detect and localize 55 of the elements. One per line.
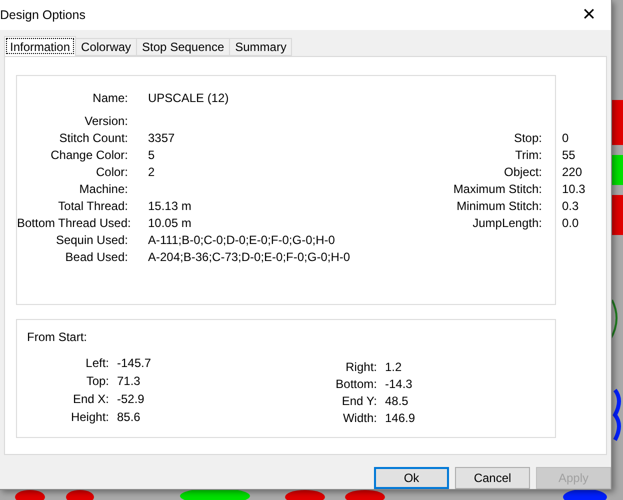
field-value: 220 — [562, 164, 582, 181]
field-value: 85.6 — [117, 409, 140, 426]
field-value: 10.05 m — [148, 215, 192, 232]
field-label: Sequin Used: — [54, 232, 128, 249]
field-label: Version: — [84, 113, 128, 130]
field-label: Color: — [94, 164, 128, 181]
dialog-button[interactable]: Ok — [374, 467, 449, 489]
field-value: 10.3 — [562, 181, 586, 198]
field-value: 0 — [562, 130, 569, 147]
field-value: 1.2 — [385, 359, 402, 376]
field-label: Left: — [84, 355, 109, 372]
field-value: -52.9 — [117, 391, 144, 408]
field-label: Height: — [70, 409, 109, 426]
field-label: Bottom: — [334, 376, 377, 393]
field-value: 5 — [148, 147, 155, 164]
field-value: -145.7 — [117, 355, 152, 372]
field-label: Stitch Count: — [58, 130, 128, 147]
field-value: 0.0 — [562, 215, 579, 232]
field-label: Total Thread: — [57, 198, 128, 215]
field-label: Name: — [92, 90, 128, 107]
field-value: 146.9 — [385, 410, 416, 427]
field-label: Object: — [502, 164, 542, 181]
group-title: From Start: — [27, 330, 88, 344]
field-label: Machine: — [78, 181, 128, 198]
field-label: End Y: — [340, 393, 377, 410]
field-label: JumpLength: — [472, 215, 542, 232]
field-label: Right: — [344, 359, 377, 376]
field-label: Top: — [85, 373, 109, 390]
field-label: Maximum Stitch: — [452, 181, 542, 198]
field-label: End X: — [72, 391, 109, 408]
window-title: Design Options — [0, 8, 86, 22]
field-value: 71.3 — [117, 373, 140, 390]
field-label: Width: — [342, 410, 377, 427]
field-value: A-111;B-0;C-0;D-0;E-0;F-0;G-0;H-0 — [148, 232, 335, 249]
field-value: 2 — [148, 164, 155, 181]
field-label: Trim: — [514, 147, 542, 164]
field-value: 55 — [562, 147, 576, 164]
field-value: 48.5 — [385, 393, 408, 410]
field-label: Minimum Stitch: — [456, 198, 542, 215]
field-value: 15.13 m — [148, 198, 192, 215]
tab[interactable]: Colorway — [75, 38, 138, 56]
field-value: 3357 — [148, 130, 175, 147]
close-button[interactable]: ✕ — [567, 0, 611, 30]
field-label: Bead Used: — [64, 249, 128, 266]
field-value: UPSCALE (12) — [148, 90, 229, 107]
field-value: -14.3 — [385, 376, 412, 393]
tab[interactable]: Stop Sequence — [136, 38, 230, 56]
field-label: Bottom Thread Used: — [17, 215, 128, 232]
tab[interactable]: Information — [4, 36, 76, 56]
field-label: Change Color: — [50, 147, 128, 164]
tab[interactable]: Summary — [229, 38, 292, 56]
dialog-button[interactable]: Cancel — [455, 467, 530, 489]
field-value: A-204;B-36;C-73;D-0;E-0;F-0;G-0;H-0 — [148, 249, 350, 266]
field-value: 0.3 — [562, 198, 579, 215]
field-label: Stop: — [512, 130, 542, 147]
